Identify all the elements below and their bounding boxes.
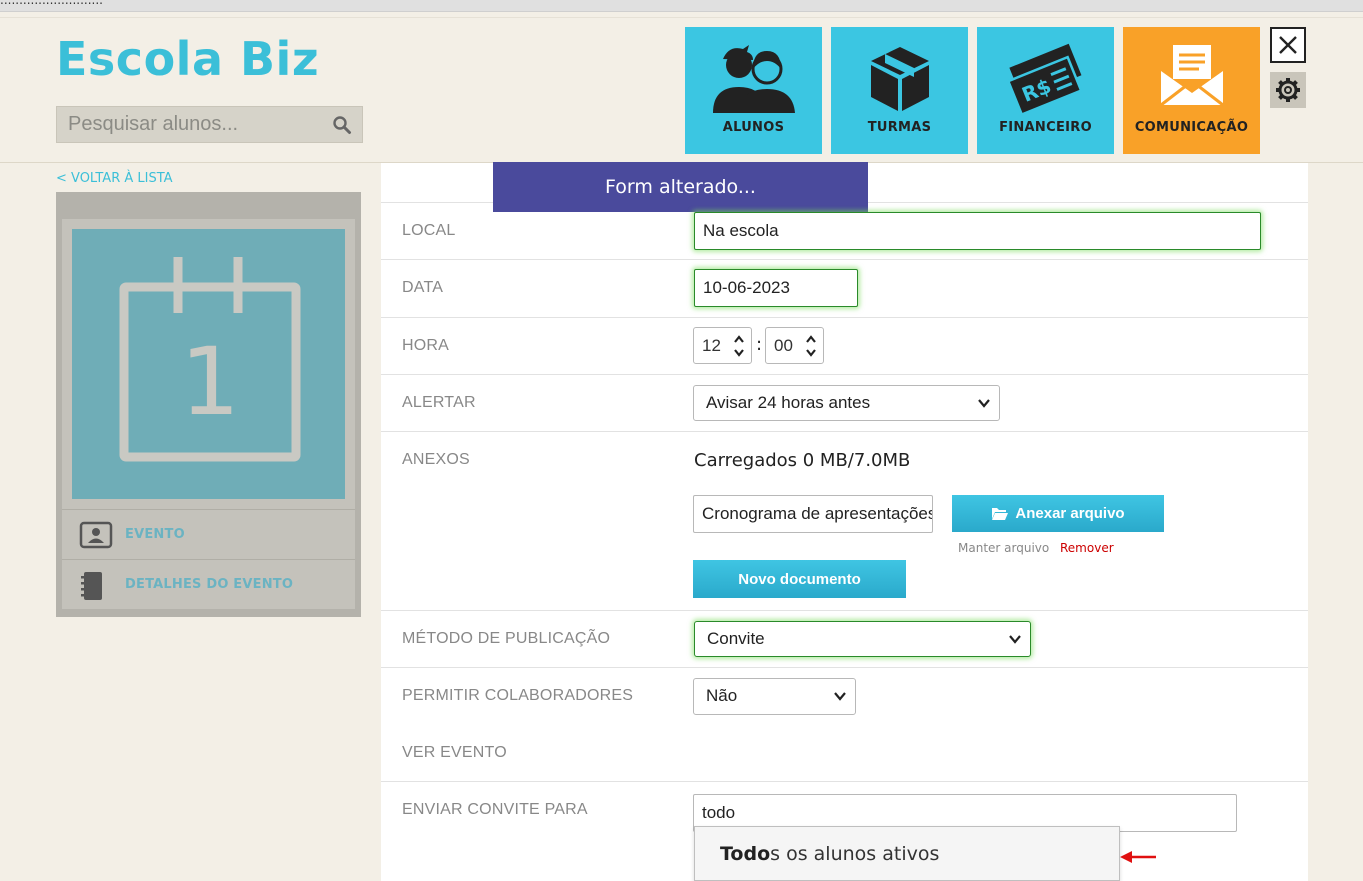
alert-select[interactable]: Avisar 24 horas antes xyxy=(693,385,1000,421)
attach-file-label: Anexar arquivo xyxy=(1015,505,1125,522)
envelope-icon xyxy=(1159,45,1224,107)
attachment-name-input[interactable] xyxy=(693,495,933,533)
stepper-arrows-icon[interactable] xyxy=(733,334,745,358)
red-arrow-annotation xyxy=(1120,851,1156,863)
stepper-arrows-icon[interactable] xyxy=(805,334,817,358)
nav-label: ALUNOS xyxy=(722,120,785,135)
keep-file-link[interactable]: Manter arquivo xyxy=(958,541,1049,555)
sidebar-item-evento[interactable]: EVENTO xyxy=(62,509,355,559)
nav-tile-comunicacao[interactable]: COMUNICAÇÃO xyxy=(1123,27,1260,154)
alertar-label: ALERTAR xyxy=(402,394,476,411)
alert-select-value: Avisar 24 horas antes xyxy=(706,393,871,412)
top-separator xyxy=(0,17,1363,18)
browser-url: ........................... xyxy=(0,0,103,7)
attach-file-button[interactable]: Anexar arquivo xyxy=(952,495,1164,532)
nav-label: TURMAS xyxy=(867,120,932,135)
suggestion-match: Todo xyxy=(720,843,771,865)
back-to-list-link[interactable]: < VOLTAR À LISTA xyxy=(56,171,173,186)
settings-button[interactable] xyxy=(1270,72,1306,108)
event-image: 1 xyxy=(72,229,345,499)
search-bar xyxy=(56,106,363,143)
time-separator: : xyxy=(756,334,763,355)
convite-label: ENVIAR CONVITE PARA xyxy=(402,801,588,818)
notebook-icon xyxy=(81,572,102,600)
chevron-down-icon xyxy=(834,692,846,701)
gear-icon xyxy=(1276,78,1300,102)
browser-address-strip: ........................... xyxy=(0,0,1363,12)
publication-method-select[interactable]: Convite xyxy=(694,621,1031,657)
row-hora: HORA xyxy=(381,317,1308,374)
nav-tile-financeiro[interactable]: R$ FINANCEIRO xyxy=(977,27,1114,154)
autocomplete-option[interactable]: Todos os alunos ativos xyxy=(720,843,939,865)
chevron-down-icon xyxy=(1009,635,1021,644)
contact-card-icon xyxy=(79,521,113,549)
chevron-down-icon xyxy=(978,399,990,408)
app-logo[interactable]: Escola Biz xyxy=(56,32,319,86)
minute-value: 00 xyxy=(774,336,793,355)
remove-file-link[interactable]: Remover xyxy=(1060,541,1114,555)
collaborators-select[interactable]: Não xyxy=(693,678,856,715)
folder-open-icon xyxy=(992,508,1009,520)
colaboradores-label: PERMITIR COLABORADORES xyxy=(402,687,634,704)
hour-stepper[interactable]: 12 xyxy=(693,327,752,364)
close-button[interactable] xyxy=(1270,27,1306,63)
collaborators-value: Não xyxy=(706,686,738,705)
upload-status: Carregados 0 MB/7.0MB xyxy=(694,450,911,471)
ver-evento-label: VER EVENTO xyxy=(402,744,507,761)
event-card: 1 EVENTO DETALHES DO EVENTO xyxy=(62,219,355,609)
hour-value: 12 xyxy=(702,336,721,355)
nav-tile-turmas[interactable]: TURMAS xyxy=(831,27,968,154)
money-icon: R$ xyxy=(1006,43,1083,116)
suggestion-rest: s os alunos ativos xyxy=(770,843,940,865)
sidebar-item-label: EVENTO xyxy=(125,527,185,542)
event-side-panel: 1 EVENTO DETALHES DO EVENTO xyxy=(56,192,361,617)
sidebar-item-detalhes[interactable]: DETALHES DO EVENTO xyxy=(62,559,355,609)
nav-label: FINANCEIRO xyxy=(999,120,1092,135)
metodo-label: MÉTODO DE PUBLICAÇÃO xyxy=(402,630,611,647)
local-label: LOCAL xyxy=(402,222,456,239)
box-icon xyxy=(870,47,929,111)
date-input[interactable] xyxy=(694,269,858,307)
autocomplete-dropdown: Todos os alunos ativos xyxy=(694,826,1120,881)
anexos-label: ANEXOS xyxy=(402,451,470,468)
publication-method-value: Convite xyxy=(707,629,765,648)
nav-label: COMUNICAÇÃO xyxy=(1134,120,1249,135)
local-input[interactable] xyxy=(694,212,1261,250)
new-document-button[interactable]: Novo documento xyxy=(693,560,906,598)
calendar-icon: 1 xyxy=(119,257,301,462)
sidebar-item-label: DETALHES DO EVENTO xyxy=(125,577,294,592)
search-input[interactable] xyxy=(57,107,317,142)
minute-stepper[interactable]: 00 xyxy=(765,327,824,364)
search-icon[interactable] xyxy=(332,115,352,135)
hora-label: HORA xyxy=(402,337,450,354)
nav-tile-alunos[interactable]: ALUNOS xyxy=(685,27,822,154)
form-changed-toast: Form alterado... xyxy=(493,162,868,212)
close-icon xyxy=(1279,36,1297,54)
students-icon xyxy=(712,45,795,113)
calendar-day: 1 xyxy=(180,328,240,437)
data-label: DATA xyxy=(402,279,444,296)
